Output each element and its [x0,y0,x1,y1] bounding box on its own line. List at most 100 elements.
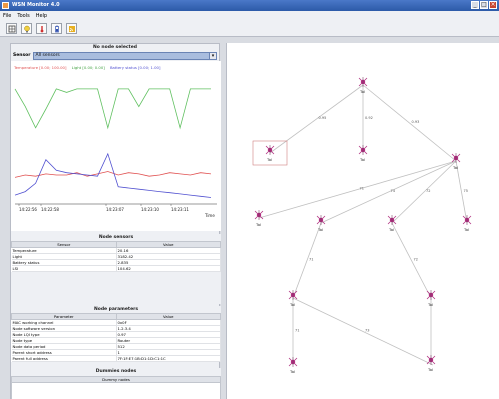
title-bar: WSN Monitor 4.0 _ □ × [0,0,499,11]
network-link[interactable] [292,222,322,299]
x-tick-label: 14:23:07 [106,207,124,212]
network-node[interactable]: Tal [358,145,368,162]
menu-file[interactable]: File [3,13,11,21]
link-quality-label: 0.92 [365,116,373,120]
link-quality-label: 72 [414,258,418,262]
menu-tools[interactable]: Tools [17,13,29,21]
window-title: WSN Monitor 4.0 [12,2,60,8]
network-node[interactable]: Tal [426,290,436,307]
sensor-node-icon [358,77,368,87]
network-link[interactable] [391,222,432,299]
node-label: Tal [266,157,272,162]
x-tick-label: 14:22:56 [19,207,37,212]
node-label: Tal [255,222,261,227]
menu-help[interactable]: Help [36,13,47,21]
table-cell: LSI [11,265,117,272]
node-label: Tal [359,89,365,94]
legend-temperature: Temperature [0.00; 100.00] [14,65,67,70]
node-label: Tal [427,302,433,307]
link-quality-label: 73 [365,329,369,333]
legend-light: Light [0.00; 0.00] [71,65,105,70]
network-node[interactable]: Tal [254,210,264,227]
node-label: Tal [317,227,323,232]
dummy-nodes-header: Dummy nodes [12,377,220,383]
node-label: Tal [463,227,469,232]
network-node[interactable]: Tal [288,357,298,374]
network-link[interactable] [362,84,457,162]
lightbulb-icon [23,25,30,32]
network-node[interactable]: Tal [387,215,397,232]
dummy-nodes-list[interactable]: Dummy nodes [11,376,221,399]
table-row[interactable]: LSI 104.62 [11,265,221,272]
series-line [14,171,212,178]
series-line [14,88,211,130]
sensor-node-icon [426,290,436,300]
sensor-node-icon [462,215,472,225]
sensor-node-icon [426,355,436,365]
network-node[interactable]: Tal [358,77,368,94]
dummy-nodes-title: Dummies nodes [95,369,137,374]
node-label: Tal [359,157,365,162]
node-sensors-section: Node sensors Sensor Value Temperature 20.… [11,234,221,304]
toolbar-grid-button[interactable] [6,23,17,34]
chart-legend: Temperature [0.00; 100.00] Light [0.00; … [14,65,164,70]
node-parameters-table: Parameter Value MAC working channel 0x0F N… [11,313,221,362]
network-node[interactable]: Tal [426,355,436,372]
node-sensors-table: Sensor Value Temperature 20.16 Light 3182.4… [11,241,221,272]
sensor-node-icon [254,210,264,220]
toolbar-rss-button[interactable] [66,23,77,34]
network-link[interactable] [320,160,457,224]
table-row[interactable]: Parent full address 7F:1F:E7:1B:D1:1D:C1:… [11,355,221,362]
selected-node-title: No node selected [93,45,137,50]
sensor-dropdown-value: All sensors [35,52,60,58]
menu-bar: File Tools Help [0,11,499,21]
node-label: Tal [388,227,394,232]
network-node[interactable]: Tal [462,215,472,232]
table-cell: 104.62 [116,265,221,272]
link-quality-label: 72 [426,189,430,193]
dummy-nodes-section: Dummies nodes Dummy nodes [11,368,221,399]
sensor-label: Sensor [13,53,31,58]
sensor-chart: Temperature [0.00; 100.00] Light [0.00; … [11,61,221,231]
node-label: Tal [452,165,458,170]
link-quality-label: 71 [360,187,364,191]
x-tick-label: 14:22:58 [41,207,59,212]
maximize-button[interactable]: □ [480,1,488,9]
network-node[interactable]: Tal [316,215,326,232]
app-icon [2,2,9,9]
toolbar-light-button[interactable] [21,23,32,34]
toolbar-battery-button[interactable] [51,23,62,34]
sensor-row: Sensor All sensors ▾ [11,51,219,60]
sensor-dropdown[interactable]: All sensors ▾ [32,51,217,60]
sensor-node-icon [358,145,368,155]
close-button[interactable]: × [489,1,497,9]
sensor-node-icon [265,145,275,155]
toolbar-temperature-button[interactable] [36,23,47,34]
thermometer-icon [40,25,43,32]
network-graph-panel[interactable]: 0.95 0.92 0.93 71 74 72 75 71 72 71 73 Tal Tal Tal Tal… [226,43,499,399]
network-node[interactable]: Tal [288,290,298,307]
network-link[interactable] [292,297,434,366]
node-sensors-title: Node sensors [98,235,134,240]
link-quality-label: 74 [391,189,396,193]
link-quality-label: 71 [309,258,313,262]
x-tick-label: 14:23:10 [141,207,159,212]
sensor-node-icon [288,357,298,367]
legend-battery: Battery status [0.00; 1.00] [109,65,161,70]
minimize-button[interactable]: _ [471,1,479,9]
x-axis-label: Time [204,213,215,218]
chevron-down-icon[interactable]: ▾ [209,52,216,59]
series-line [14,152,212,198]
table-cell: 7F:1F:E7:1B:D1:1D:C1:1C [116,355,221,362]
toolbar [0,21,499,37]
link-quality-label: 71 [295,329,299,333]
node-parameters-title: Node parameters [93,307,139,312]
link-quality-label: 75 [464,189,468,193]
network-graph[interactable]: 0.95 0.92 0.93 71 74 72 75 71 72 71 73 Tal Tal Tal Tal… [227,43,499,399]
link-quality-label: 0.95 [319,116,327,120]
grid-icon [8,25,15,32]
battery-icon [54,25,59,32]
link-quality-label: 0.93 [412,120,420,124]
rss-icon [68,25,75,32]
network-link[interactable] [269,84,364,154]
